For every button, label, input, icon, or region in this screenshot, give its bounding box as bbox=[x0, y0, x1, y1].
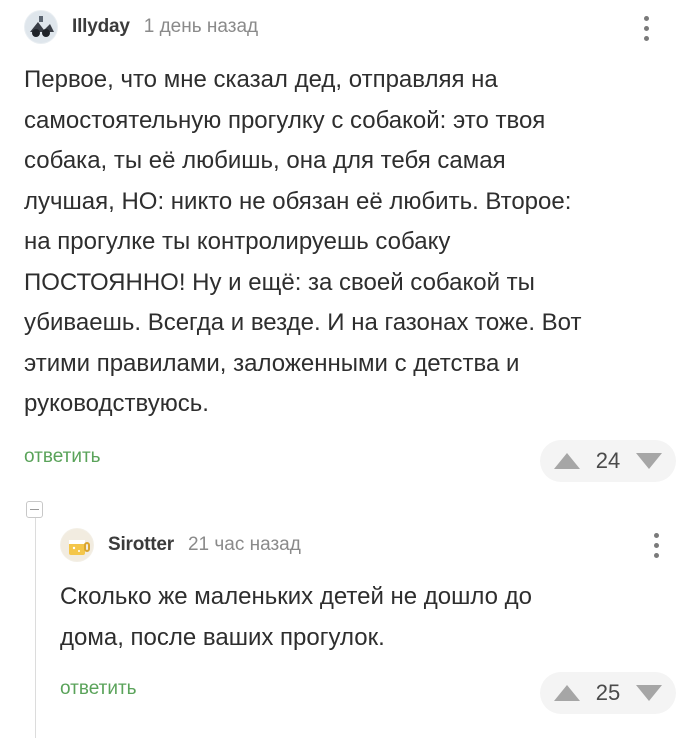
collapse-thread-icon[interactable] bbox=[26, 501, 43, 518]
vote-control: 25 bbox=[540, 672, 676, 714]
reply-button[interactable]: ответить bbox=[60, 678, 137, 700]
user-avatar[interactable] bbox=[24, 10, 58, 44]
comment-header: Illyday 1 день назад bbox=[24, 10, 258, 44]
user-avatar[interactable] bbox=[60, 528, 94, 562]
username[interactable]: Sirotter bbox=[108, 534, 174, 556]
vote-score: 25 bbox=[595, 680, 621, 705]
vote-score: 24 bbox=[595, 448, 621, 473]
comment-text: Сколько же маленьких детей не дошло до д… bbox=[60, 583, 533, 651]
upvote-arrow-icon[interactable] bbox=[554, 685, 580, 701]
more-vert-icon[interactable] bbox=[644, 528, 668, 562]
more-vert-icon[interactable] bbox=[634, 11, 658, 45]
downvote-arrow-icon[interactable] bbox=[635, 453, 662, 469]
comment-time: 1 день назад bbox=[143, 16, 259, 37]
vote-control: 24 bbox=[540, 440, 676, 482]
upvote-arrow-icon[interactable] bbox=[554, 453, 580, 469]
comment-header: Sirotter 21 час назад bbox=[60, 528, 301, 562]
comment-time: 21 час назад bbox=[187, 534, 301, 555]
reply-button[interactable]: ответить bbox=[24, 446, 101, 468]
downvote-arrow-icon[interactable] bbox=[635, 685, 662, 701]
thread-line[interactable] bbox=[35, 514, 36, 738]
comment-text: Первое, что мне сказал дед, отправляя на… bbox=[24, 66, 582, 417]
username[interactable]: Illyday bbox=[72, 16, 130, 38]
